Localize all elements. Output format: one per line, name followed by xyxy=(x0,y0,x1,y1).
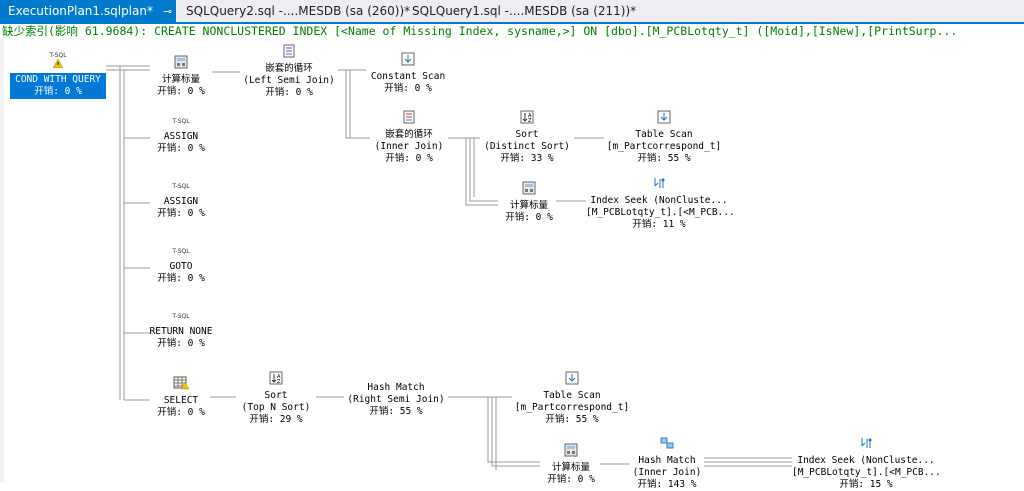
compute-scalar-icon xyxy=(498,181,560,199)
node-sub: (Inner Join) xyxy=(632,467,702,478)
node-label: Hash Match xyxy=(638,455,696,466)
node-cost: 开销: 55 % xyxy=(637,153,691,164)
compute-scalar-icon xyxy=(540,443,602,461)
node-cost: 开销: 0 % xyxy=(157,407,205,418)
tsql-tag: T-SQL xyxy=(172,313,190,320)
nested-loops-icon xyxy=(370,110,448,128)
sort-icon: AZ xyxy=(236,371,316,389)
node-label: Hash Match xyxy=(367,382,425,393)
node-compute-scalar-1[interactable]: 计算标量 开销: 0 % xyxy=(150,55,212,98)
table-scan-icon xyxy=(512,371,632,389)
node-label: Index Seek (NonCluste... xyxy=(590,195,728,206)
node-label: ASSIGN xyxy=(163,196,199,207)
node-sub: [M_PCBLotqty_t].[<M_PCB... xyxy=(792,467,941,478)
node-index-seek-1[interactable]: Index Seek (NonCluste... [M_PCBLotqty_t]… xyxy=(586,176,735,231)
node-sub: (Right Semi Join) xyxy=(347,394,445,405)
node-table-scan-1[interactable]: Table Scan [m_Partcorrespond_t] 开销: 55 % xyxy=(604,110,724,165)
node-cost: 开销: 0 % xyxy=(157,143,205,154)
node-cond-with-query[interactable]: T-SQL COND WITH QUERY 开销: 0 % xyxy=(10,52,106,99)
sort-icon: AZ xyxy=(480,110,574,128)
constant-scan-icon xyxy=(366,52,450,70)
node-sort-distinct[interactable]: AZ Sort (Distinct Sort) 开销: 33 % xyxy=(480,110,574,165)
node-hash-match-right-semi[interactable]: Hash Match (Right Semi Join) 开销: 55 % xyxy=(344,376,448,418)
node-label: GOTO xyxy=(169,261,193,272)
node-cost: 开销: 0 % xyxy=(505,212,553,223)
node-select[interactable]: SELECT 开销: 0 % xyxy=(150,376,212,419)
node-sub: [M_PCBLotqty_t].[<M_PCB... xyxy=(586,207,735,218)
node-cost: 开销: 11 % xyxy=(632,219,686,230)
node-cost: 开销: 0 % xyxy=(157,273,205,284)
node-sub: (Inner Join) xyxy=(374,141,444,152)
node-label: 计算标量 xyxy=(161,74,200,85)
node-sub: [m_Partcorrespond_t] xyxy=(514,402,630,413)
node-table-scan-2[interactable]: Table Scan [m_Partcorrespond_t] 开销: 55 % xyxy=(512,371,632,426)
node-label: Index Seek (NonCluste... xyxy=(797,455,935,466)
node-cost: 开销: 15 % xyxy=(839,479,893,490)
node-cost: 开销: 0 % xyxy=(547,474,595,485)
node-sub: (Distinct Sort) xyxy=(484,141,570,152)
node-cost: 开销: 0 % xyxy=(34,86,82,97)
svg-text:Z: Z xyxy=(277,379,281,385)
node-cost: 开销: 0 % xyxy=(157,208,205,219)
node-compute-scalar-2[interactable]: 计算标量 开销: 0 % xyxy=(498,181,560,224)
tsql-tag: T-SQL xyxy=(172,118,190,125)
node-label: Table Scan xyxy=(543,390,601,401)
node-sub: (Left Semi Join) xyxy=(243,75,335,86)
svg-text:Z: Z xyxy=(528,118,532,124)
node-label: Sort xyxy=(264,390,288,401)
node-nested-loops-left-semi[interactable]: 嵌套的循环 (Left Semi Join) 开销: 0 % xyxy=(240,44,338,99)
tsql-tag: T-SQL xyxy=(49,52,67,59)
node-label: 嵌套的循环 xyxy=(265,63,313,74)
node-label: 计算标量 xyxy=(551,462,590,473)
node-assign-2[interactable]: T-SQL ASSIGN 开销: 0 % xyxy=(150,183,212,220)
table-scan-icon xyxy=(604,110,724,128)
node-cost: 开销: 0 % xyxy=(157,86,205,97)
select-icon xyxy=(150,376,212,394)
node-label: 计算标量 xyxy=(509,200,548,211)
node-cost: 开销: 33 % xyxy=(500,153,554,164)
node-label: Table Scan xyxy=(635,129,693,140)
node-cost: 开销: 143 % xyxy=(637,479,697,490)
node-cost: 开销: 0 % xyxy=(157,338,205,349)
node-cost: 开销: 29 % xyxy=(249,414,303,425)
node-label: RETURN NONE xyxy=(149,326,213,337)
node-cost: 开销: 55 % xyxy=(369,406,423,417)
node-label: ASSIGN xyxy=(163,131,199,142)
node-nested-loops-inner-join[interactable]: 嵌套的循环 (Inner Join) 开销: 0 % xyxy=(370,110,448,165)
node-cost: 开销: 0 % xyxy=(265,87,313,98)
node-sub: [m_Partcorrespond_t] xyxy=(606,141,722,152)
tsql-tag: T-SQL xyxy=(172,183,190,190)
hash-match-icon xyxy=(630,436,704,454)
node-return-none[interactable]: T-SQL RETURN NONE 开销: 0 % xyxy=(146,313,216,350)
node-constant-scan[interactable]: Constant Scan 开销: 0 % xyxy=(366,52,450,95)
node-cost: 开销: 0 % xyxy=(385,153,433,164)
node-label: Constant Scan xyxy=(370,71,446,82)
node-sub: (Top N Sort) xyxy=(241,402,311,413)
node-label: SELECT xyxy=(163,395,199,406)
node-assign-1[interactable]: T-SQL ASSIGN 开销: 0 % xyxy=(150,118,212,155)
node-compute-scalar-3[interactable]: 计算标量 开销: 0 % xyxy=(540,443,602,486)
tsql-tag: T-SQL xyxy=(172,248,190,255)
node-label: Sort xyxy=(515,129,539,140)
warning-icon xyxy=(10,58,106,72)
index-seek-icon xyxy=(792,436,940,454)
index-seek-icon xyxy=(586,176,732,194)
nested-loops-icon xyxy=(240,44,338,62)
node-label: 嵌套的循环 xyxy=(385,129,433,140)
compute-scalar-icon xyxy=(150,55,212,73)
node-sort-top-n[interactable]: AZ Sort (Top N Sort) 开销: 29 % xyxy=(236,371,316,426)
node-cost: 开销: 55 % xyxy=(545,414,599,425)
node-label-wrap: COND WITH QUERY 开销: 0 % xyxy=(10,73,106,99)
node-label: COND WITH QUERY xyxy=(15,74,101,85)
node-cost: 开销: 0 % xyxy=(384,83,432,94)
node-goto[interactable]: T-SQL GOTO 开销: 0 % xyxy=(150,248,212,285)
